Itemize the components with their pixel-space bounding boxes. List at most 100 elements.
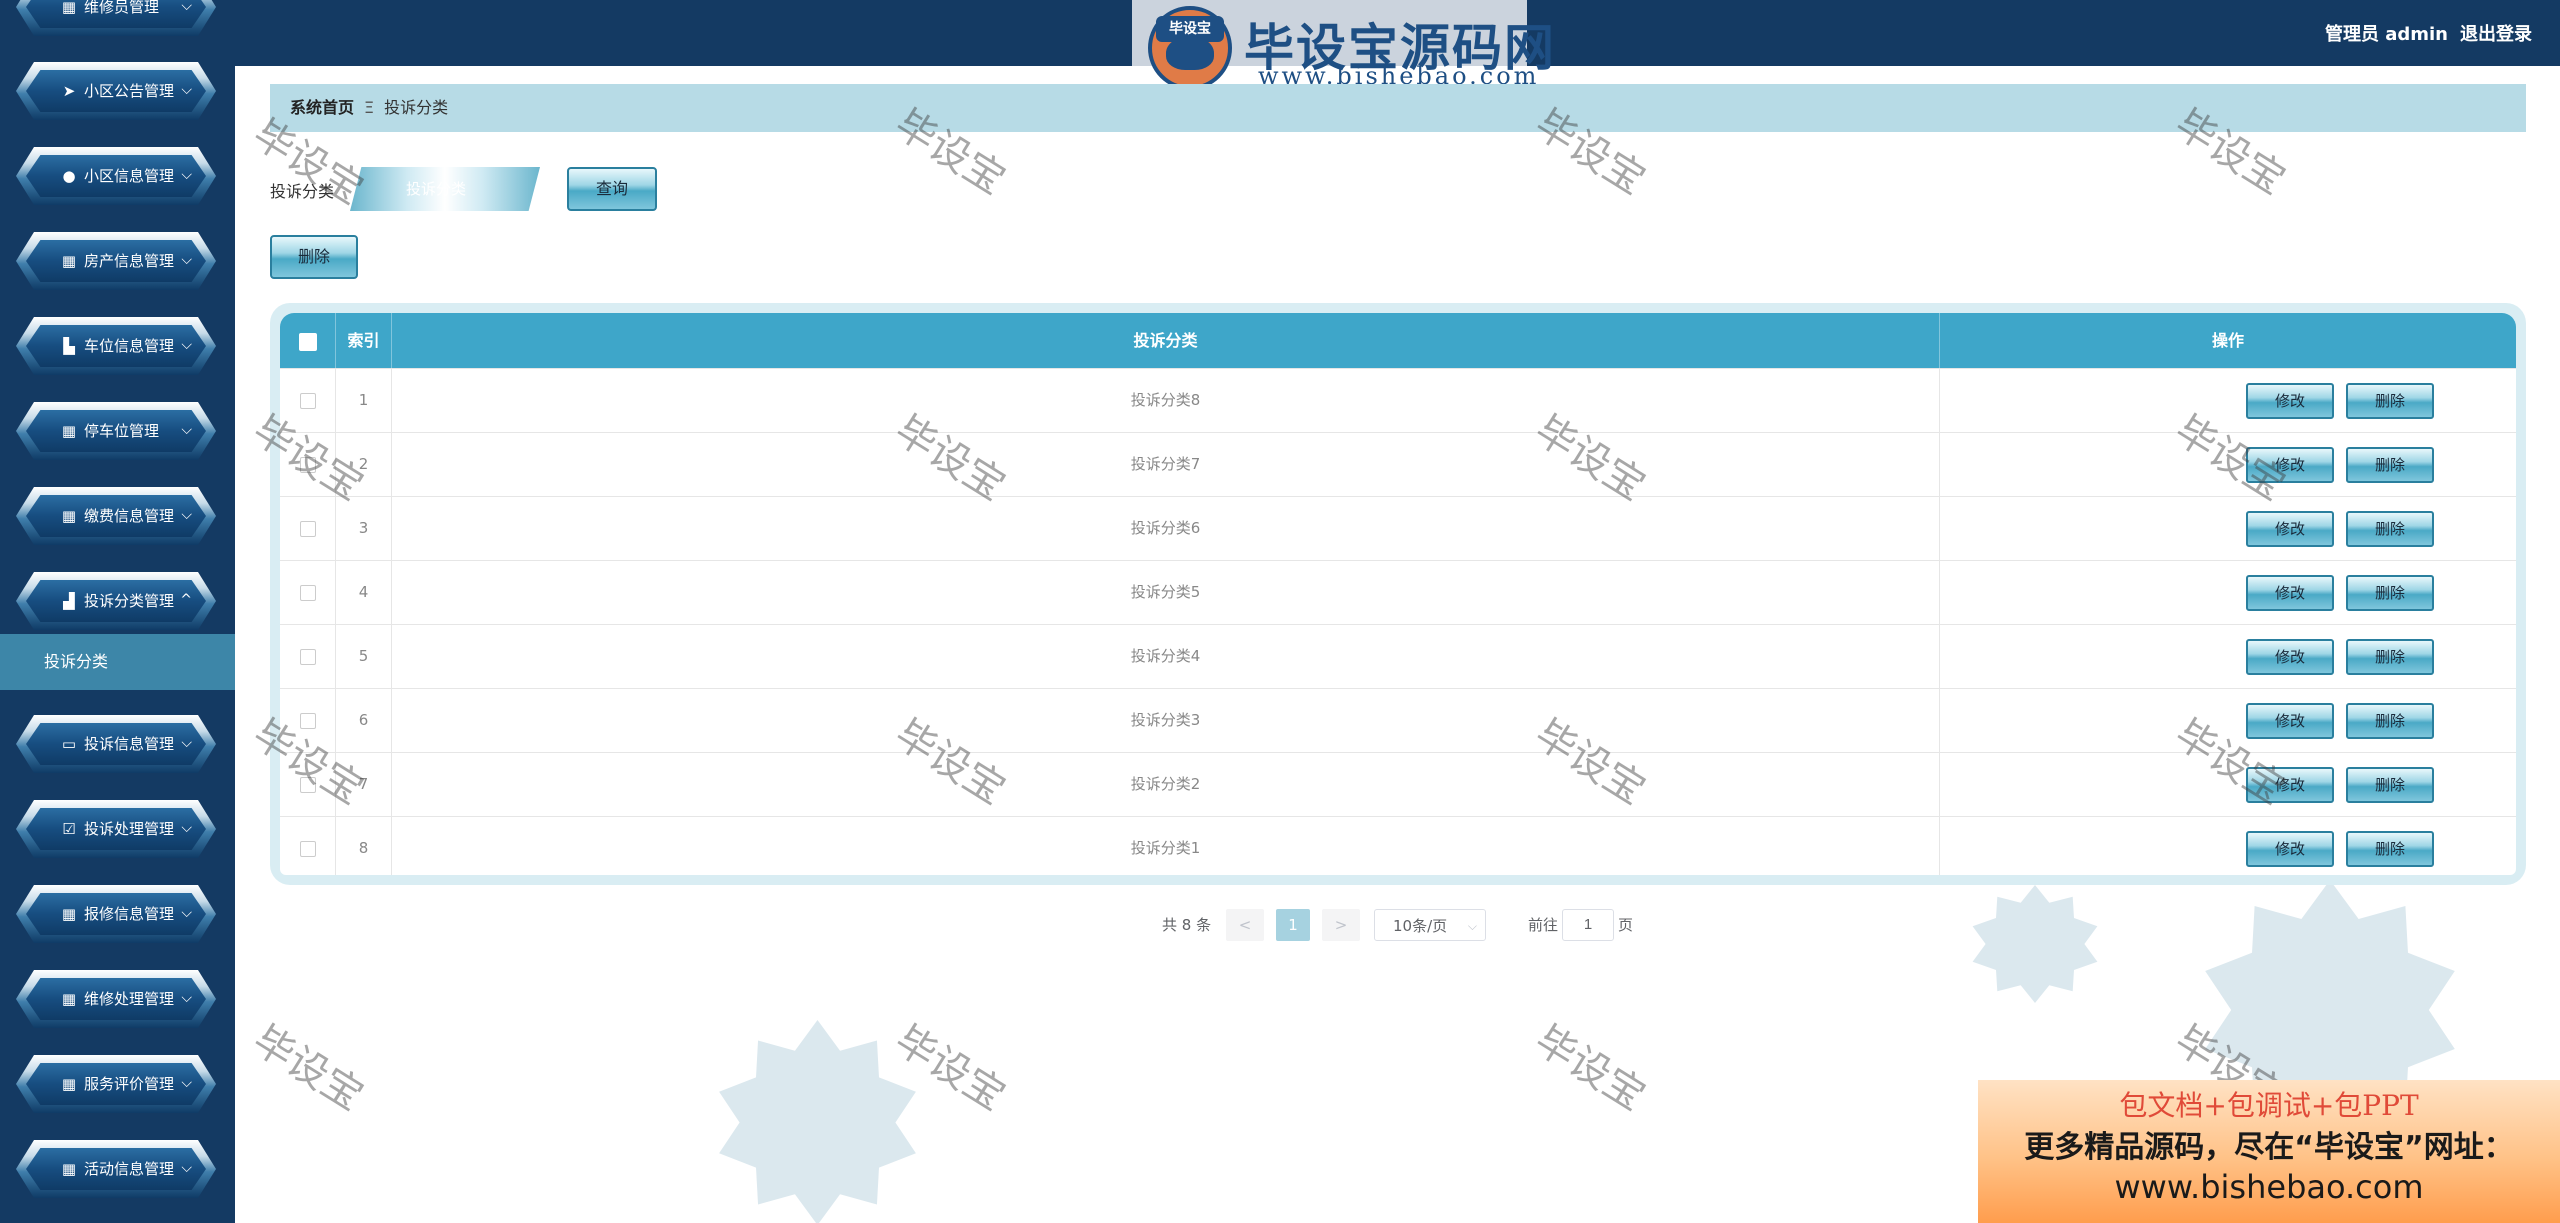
chevron-down-icon: ⌵ xyxy=(181,422,192,438)
sidebar-item-label: 缴费信息管理 xyxy=(84,507,175,525)
delete-button[interactable]: 删除 xyxy=(2346,639,2434,675)
sidebar-item-service-review[interactable]: ▦ 服务评价管理 ⌵ xyxy=(16,1055,216,1113)
select-all-checkbox[interactable] xyxy=(298,332,317,351)
edit-button[interactable]: 修改 xyxy=(2246,383,2334,419)
lightbulb-icon: ● xyxy=(62,167,76,185)
row-index: 5 xyxy=(336,625,392,688)
next-page-button[interactable]: > xyxy=(1322,909,1360,941)
row-checkbox[interactable] xyxy=(299,840,316,857)
header-index: 索引 xyxy=(336,313,392,368)
table-header: 索引 投诉分类 操作 xyxy=(280,313,2516,368)
row-index: 6 xyxy=(336,689,392,752)
sidebar-item-parking-space[interactable]: ▦ 停车位管理 ⌵ xyxy=(16,402,216,460)
sidebar-item-label: 投诉信息管理 xyxy=(84,735,175,753)
edit-button[interactable]: 修改 xyxy=(2246,767,2334,803)
delete-button[interactable]: 删除 xyxy=(2346,447,2434,483)
promo-line2: 更多精品源码，尽在“毕设宝”网址： xyxy=(2024,1130,2514,1165)
grid-icon: ▦ xyxy=(61,422,77,440)
sidebar-item-notice[interactable]: ➤ 小区公告管理 ⌵ xyxy=(16,62,216,120)
breadcrumb-separator: Ξ xyxy=(364,98,375,117)
edit-button[interactable]: 修改 xyxy=(2246,639,2334,675)
table-row: 7 投诉分类2 修改 删除 xyxy=(280,752,2516,816)
sidebar-item-label: 维修处理管理 xyxy=(84,990,175,1008)
watermark-text: 毕设宝 xyxy=(1526,1017,1653,1120)
page-size-select[interactable]: 10条/页 ⌵ xyxy=(1374,909,1486,941)
page-number-button[interactable]: 1 xyxy=(1276,909,1310,941)
row-index: 8 xyxy=(336,817,392,875)
batch-delete-button[interactable]: 删除 xyxy=(270,235,358,279)
sidebar-item-community[interactable]: ● 小区信息管理 ⌵ xyxy=(16,147,216,205)
grid-icon: ▦ xyxy=(61,507,77,525)
chevron-down-icon: ⌵ xyxy=(181,82,192,98)
decorative-star xyxy=(719,1020,916,1223)
sidebar-item-repair-handling[interactable]: ▦ 维修处理管理 ⌵ xyxy=(16,970,216,1028)
grid-icon: ▦ xyxy=(61,252,77,270)
watermark-text: 毕设宝 xyxy=(244,1017,371,1120)
promo-line1: 包文档+包调试+包PPT xyxy=(2119,1089,2419,1122)
sidebar-item-label: 报修信息管理 xyxy=(84,905,175,923)
table-row: 2 投诉分类7 修改 删除 xyxy=(280,432,2516,496)
row-checkbox[interactable] xyxy=(299,776,316,793)
sidebar-item-label: 投诉处理管理 xyxy=(84,820,175,838)
chevron-down-icon: ⌵ xyxy=(181,252,192,268)
chevron-down-icon: ⌵ xyxy=(181,507,192,523)
delete-button[interactable]: 删除 xyxy=(2346,831,2434,867)
row-name: 投诉分类3 xyxy=(392,689,1940,752)
delete-button[interactable]: 删除 xyxy=(2346,383,2434,419)
sidebar-item-label: 投诉分类管理 xyxy=(84,592,175,610)
sidebar-item-label: 服务评价管理 xyxy=(84,1075,175,1093)
grid-icon: ▦ xyxy=(61,1075,77,1093)
breadcrumb-current: 投诉分类 xyxy=(384,98,449,117)
sidebar-item-label: 停车位管理 xyxy=(84,422,160,440)
promo-line3: www.bishebao.com xyxy=(2114,1168,2424,1206)
sidebar-item-payment[interactable]: ▦ 缴费信息管理 ⌵ xyxy=(16,487,216,545)
prev-page-button[interactable]: < xyxy=(1226,909,1264,941)
sidebar-item-complaint-category[interactable]: ▟ 投诉分类管理 ^ xyxy=(16,572,216,630)
edit-button[interactable]: 修改 xyxy=(2246,831,2334,867)
edit-button[interactable]: 修改 xyxy=(2246,575,2334,611)
row-index: 2 xyxy=(336,433,392,496)
logout-link[interactable]: 退出登录 xyxy=(2460,24,2532,45)
sidebar-item-complaint-handling[interactable]: ☑ 投诉处理管理 ⌵ xyxy=(16,800,216,858)
delete-button[interactable]: 删除 xyxy=(2346,511,2434,547)
row-checkbox[interactable] xyxy=(299,520,316,537)
sidebar-item-label: 维修员管理 xyxy=(84,0,160,16)
row-checkbox[interactable] xyxy=(299,456,316,473)
chevron-down-icon: ⌵ xyxy=(181,820,192,836)
edit-button[interactable]: 修改 xyxy=(2246,447,2334,483)
chevron-down-icon: ⌵ xyxy=(181,990,192,1006)
row-checkbox[interactable] xyxy=(299,648,316,665)
promo-banner: 包文档+包调试+包PPT 更多精品源码，尽在“毕设宝”网址： www.bishe… xyxy=(1978,1080,2560,1223)
chevron-up-icon: ^ xyxy=(180,592,192,608)
category-search-input[interactable] xyxy=(350,167,540,211)
edit-button[interactable]: 修改 xyxy=(2246,511,2334,547)
sidebar-item-complaint-info[interactable]: ▭ 投诉信息管理 ⌵ xyxy=(16,715,216,773)
logo-icon: 毕设宝 xyxy=(1148,6,1232,90)
delete-button[interactable]: 删除 xyxy=(2346,703,2434,739)
grid-icon: ▦ xyxy=(61,990,77,1008)
row-checkbox[interactable] xyxy=(299,712,316,729)
submenu-item-complaint-category[interactable]: 投诉分类 xyxy=(0,634,235,690)
user-area: 管理员 admin 退出登录 xyxy=(2313,20,2532,46)
delete-button[interactable]: 删除 xyxy=(2346,767,2434,803)
breadcrumb-home[interactable]: 系统首页 xyxy=(290,98,354,117)
sidebar-item-repair-info[interactable]: ▦ 报修信息管理 ⌵ xyxy=(16,885,216,943)
table-row: 1 投诉分类8 修改 删除 xyxy=(280,368,2516,432)
row-checkbox[interactable] xyxy=(299,584,316,601)
monitor-icon: ▭ xyxy=(61,735,77,753)
row-index: 4 xyxy=(336,561,392,624)
row-index: 3 xyxy=(336,497,392,560)
delete-button[interactable]: 删除 xyxy=(2346,575,2434,611)
sidebar-item-parking-info[interactable]: ▙ 车位信息管理 ⌵ xyxy=(16,317,216,375)
goto-unit: 页 xyxy=(1618,916,1634,934)
sidebar-item-activity[interactable]: ▦ 活动信息管理 ⌵ xyxy=(16,1140,216,1198)
sidebar-item-label: 小区公告管理 xyxy=(84,82,175,100)
sidebar-item-label: 车位信息管理 xyxy=(84,337,175,355)
sidebar-item-property[interactable]: ▦ 房产信息管理 ⌵ xyxy=(16,232,216,290)
goto-page-input[interactable] xyxy=(1562,909,1614,941)
sidebar-item-repairman[interactable]: ▦ 维修员管理 ⌵ xyxy=(16,0,216,36)
edit-button[interactable]: 修改 xyxy=(2246,703,2334,739)
goto-label: 前往 xyxy=(1528,916,1559,934)
row-checkbox[interactable] xyxy=(299,392,316,409)
query-button[interactable]: 查询 xyxy=(567,167,657,211)
